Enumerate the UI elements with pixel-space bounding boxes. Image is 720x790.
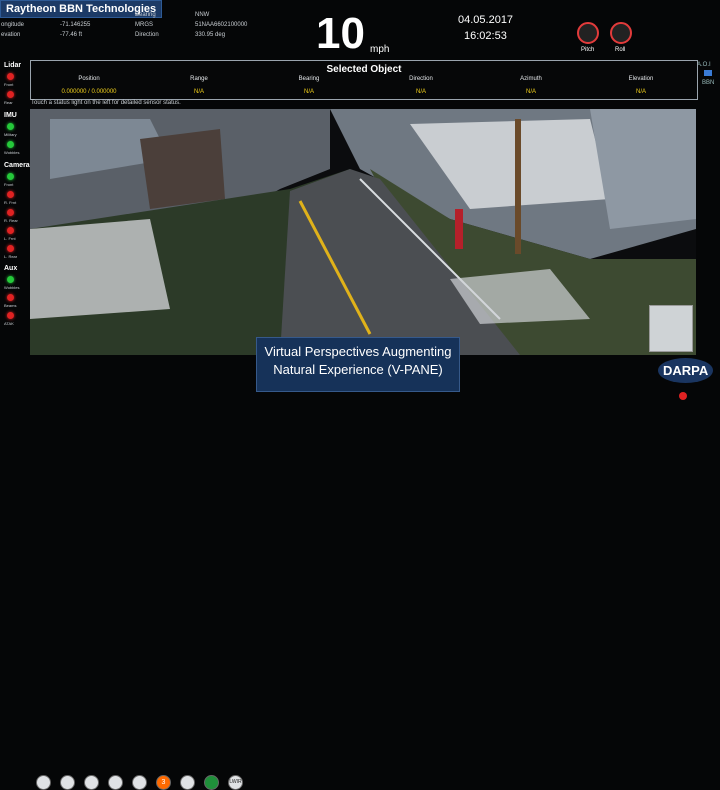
imu-wobbles-status-light[interactable]	[7, 141, 14, 148]
toolbar-btn-3-icon[interactable]	[84, 775, 99, 790]
date-display: 04.05.2017	[458, 14, 514, 26]
col-bearing: Bearing	[298, 76, 320, 82]
caption-line2: Natural Experience (V-PANE)	[273, 362, 443, 377]
bearing-label: Bearing	[135, 12, 156, 18]
camera-lfrnt-label: L. Frnt	[4, 236, 16, 241]
camera-rfrnt-label: R. Frnt	[4, 200, 17, 205]
camera-rfrnt-status-light[interactable]	[7, 191, 14, 198]
camera-front-label: Front	[4, 182, 14, 187]
val-range: N/A	[193, 89, 204, 95]
lidar-rear-label: Rear	[4, 100, 13, 105]
roll-label: Roll	[615, 47, 626, 53]
speed-value: 10	[316, 9, 365, 58]
col-position: Position	[78, 76, 100, 82]
imu-title: IMU	[4, 112, 17, 119]
direction-label: Direction	[135, 32, 159, 38]
aoi-label: A.O.I	[697, 62, 711, 68]
longitude-label: ongitude	[1, 22, 25, 28]
mgrs-label: MRGS	[135, 22, 153, 28]
selected-object-title: Selected Object	[326, 64, 402, 75]
longitude-value: -71.146255	[60, 22, 91, 28]
pitch-gauge-icon[interactable]	[577, 22, 599, 44]
bottom-toolbar: 3 LWIR	[30, 386, 260, 790]
camera-lrear-label: L. Rear	[4, 254, 18, 259]
lidar-title: Lidar	[4, 62, 22, 69]
camera-front-status-light[interactable]	[7, 173, 14, 180]
toolbar-btn-1-icon[interactable]	[36, 775, 51, 790]
col-range: Range	[190, 76, 208, 82]
col-direction: Direction	[409, 76, 433, 82]
aux-wobbles-label: Wobbles	[4, 285, 20, 290]
imu-military-status-light[interactable]	[7, 123, 14, 130]
col-elevation: Elevation	[628, 76, 654, 82]
toolbar-btn-2-icon[interactable]	[60, 775, 75, 790]
val-bearing: N/A	[303, 89, 314, 95]
record-indicator	[679, 392, 687, 400]
elevation-label: evation	[1, 32, 21, 38]
lidar-front-status-light[interactable]	[7, 73, 14, 80]
minimap[interactable]	[649, 305, 693, 352]
toolbar-btn-4-icon[interactable]	[108, 775, 123, 790]
camera-rrear-status-light[interactable]	[7, 209, 14, 216]
toolbar-btn-lwir-icon[interactable]: LWIR	[228, 775, 243, 790]
caption-line1: Virtual Perspectives Augmenting	[264, 344, 452, 359]
darpa-logo: DARPA	[658, 358, 714, 383]
pointcloud-scene	[30, 109, 696, 355]
toolbar-btn-8-icon[interactable]	[204, 775, 219, 790]
toolbar-btn-6-icon[interactable]: 3	[156, 775, 171, 790]
vpane-caption: Virtual Perspectives Augmenting Natural …	[256, 337, 460, 392]
aux-beams-label: Beams	[4, 303, 17, 308]
time-display: 16:02:53	[464, 30, 507, 42]
elevation-value: -77.46 ft	[60, 32, 83, 38]
aux-wobbles-status-light[interactable]	[7, 276, 14, 283]
aux-title: Aux	[4, 265, 18, 272]
imu-military-label: Military	[4, 132, 17, 137]
val-direction: N/A	[415, 89, 426, 95]
status-hint: Touch a status light on the left for det…	[31, 100, 181, 106]
camera-rrear-label: R. Rear	[4, 218, 18, 223]
val-elevation: N/A	[635, 89, 646, 95]
camera-lrear-status-light[interactable]	[7, 245, 14, 252]
val-position: 0.000000 / 0.000000	[61, 89, 117, 95]
sensor-sidebar: Lidar Front Rear IMU Military Wobbles Ca…	[0, 60, 34, 330]
bearing-value: NNW	[195, 12, 210, 18]
speed-unit: mph	[370, 44, 390, 55]
telemetry-block: ongitude -71.146255 evation -77.46 ft Be…	[0, 12, 260, 42]
roll-gauge-icon[interactable]	[610, 22, 632, 44]
mgrs-value: 51NAA6602100000	[195, 22, 248, 28]
toolbar-btn-5-icon[interactable]	[132, 775, 147, 790]
aux-atak-label: ATAK	[4, 321, 14, 326]
lidar-front-label: Front	[4, 82, 14, 87]
imu-wobbles-label: Wobbles	[4, 150, 20, 155]
camera-lfrnt-status-light[interactable]	[7, 227, 14, 234]
aoi-sub: BBN	[702, 80, 715, 86]
aoi-flag-icon[interactable]	[704, 70, 712, 76]
toolbar-btn-7-icon[interactable]	[180, 775, 195, 790]
lidar-rear-status-light[interactable]	[7, 91, 14, 98]
pitch-label: Pitch	[581, 47, 595, 53]
val-azimuth: N/A	[525, 89, 536, 95]
pointcloud-3d-view[interactable]	[30, 109, 696, 355]
selected-object-panel: Selected Object Position Range Bearing D…	[30, 60, 698, 100]
col-azimuth: Azimuth	[520, 76, 542, 82]
direction-value: 330.95 deg	[195, 32, 226, 38]
aux-beams-status-light[interactable]	[7, 294, 14, 301]
aux-atak-status-light[interactable]	[7, 312, 14, 319]
